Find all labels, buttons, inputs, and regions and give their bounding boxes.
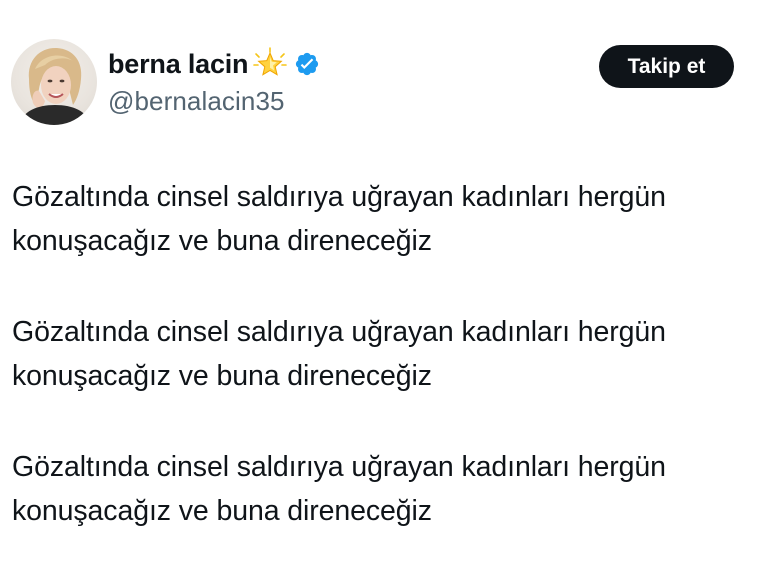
user-handle[interactable]: @bernalacin35 (108, 86, 320, 117)
name-row: berna lacin (108, 44, 320, 84)
display-name[interactable]: berna lacin (108, 49, 249, 80)
tweet-text: Gözaltında cinsel saldırıya uğrayan kadı… (12, 175, 757, 533)
tweet-card: berna lacin @bernalacin35 Takip et Gözal… (0, 0, 762, 561)
avatar[interactable] (11, 39, 97, 125)
star-glowing-icon (252, 46, 288, 82)
tweet-paragraph: Gözaltında cinsel saldırıya uğrayan kadı… (12, 316, 666, 392)
user-info: berna lacin @bernalacin35 (108, 44, 320, 117)
verified-badge-icon (294, 51, 320, 77)
tweet-paragraph: Gözaltında cinsel saldırıya uğrayan kadı… (12, 451, 666, 527)
follow-button[interactable]: Takip et (599, 45, 734, 88)
tweet-paragraph: Gözaltında cinsel saldırıya uğrayan kadı… (12, 181, 666, 257)
avatar-portrait-image (19, 47, 91, 125)
